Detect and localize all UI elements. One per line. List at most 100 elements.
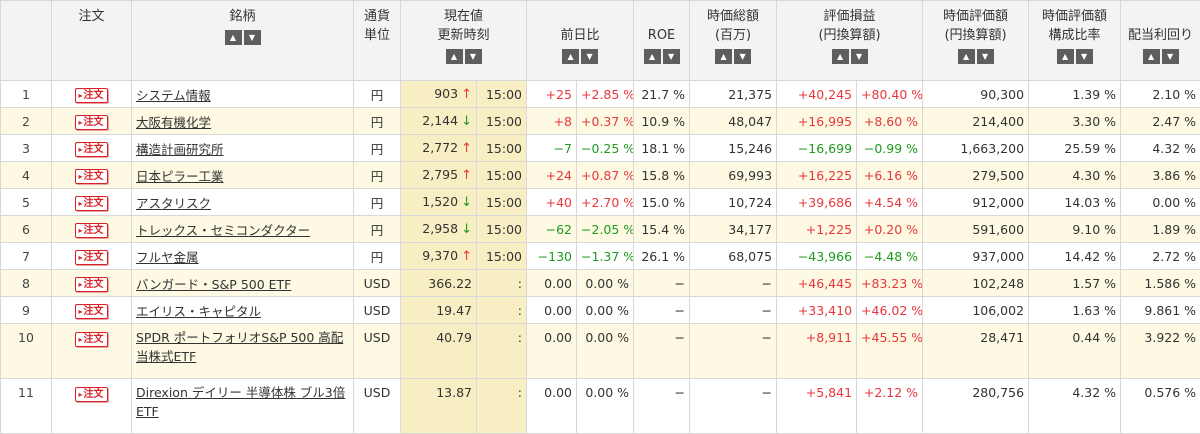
sort-desc-icon[interactable]: ▼: [244, 30, 261, 45]
sort-asc-icon[interactable]: ▲: [832, 49, 849, 64]
order-button[interactable]: 注文: [75, 115, 107, 130]
table-row: 9注文エイリス・キャピタルUSD19.47:0.000.00 %−−+33,41…: [1, 297, 1200, 324]
market-value-cell: 591,600: [923, 216, 1029, 243]
pl-value: +39,686: [777, 189, 857, 216]
table-row: 6注文トレックス・セミコンダクター円2,958↓15:00−62−2.05 %1…: [1, 216, 1200, 243]
yield-cell: 2.10 %: [1121, 81, 1200, 108]
ratio-cell: 14.42 %: [1029, 243, 1121, 270]
order-button[interactable]: 注文: [75, 250, 107, 265]
pl-percent: +45.55 %: [857, 324, 923, 379]
market-cap-cell: −: [690, 324, 777, 379]
price-cell: 13.87: [401, 379, 477, 434]
change-value: −130: [527, 243, 577, 270]
change-value: +25: [527, 81, 577, 108]
stock-name-link[interactable]: 日本ピラー工業: [136, 169, 224, 184]
change-percent: −1.37 %: [577, 243, 634, 270]
sort-asc-icon[interactable]: ▲: [1057, 49, 1074, 64]
order-button[interactable]: 注文: [75, 142, 107, 157]
stock-name-link[interactable]: 大阪有機化学: [136, 115, 211, 130]
change-percent: 0.00 %: [577, 324, 634, 379]
stock-name-link[interactable]: SPDR ポートフォリオS&P 500 高配当株式ETF: [136, 330, 343, 364]
sort-asc-icon[interactable]: ▲: [225, 30, 242, 45]
price-value: 13.87: [436, 385, 472, 400]
stock-name-link[interactable]: アスタリスク: [136, 196, 211, 211]
ratio-cell: 4.30 %: [1029, 162, 1121, 189]
pl-percent: +83.23 %: [857, 270, 923, 297]
stock-name-link[interactable]: フルヤ金属: [136, 250, 199, 265]
stock-name-cell: フルヤ金属: [132, 243, 354, 270]
price-cell: 2,958↓: [401, 216, 477, 243]
sort-desc-icon[interactable]: ▼: [851, 49, 868, 64]
stock-name-link[interactable]: 構造計画研究所: [136, 142, 224, 157]
sort-desc-icon[interactable]: ▼: [1076, 49, 1093, 64]
sort-buttons: ▲▼: [1125, 47, 1196, 66]
table-row: 2注文大阪有機化学円2,144↓15:00+8+0.37 %10.9 %48,0…: [1, 108, 1200, 135]
table-row: 1注文システム情報円903↑15:00+25+2.85 %21.7 %21,37…: [1, 81, 1200, 108]
order-button[interactable]: 注文: [75, 169, 107, 184]
table-row: 8注文バンガード・S&P 500 ETFUSD366.22:0.000.00 %…: [1, 270, 1200, 297]
price-cell: 2,795↑: [401, 162, 477, 189]
stock-name-cell: 日本ピラー工業: [132, 162, 354, 189]
stock-name-link[interactable]: システム情報: [136, 88, 211, 103]
pl-value: +8,911: [777, 324, 857, 379]
currency-cell: 円: [354, 108, 401, 135]
currency-cell: 円: [354, 162, 401, 189]
price-cell: 366.22: [401, 270, 477, 297]
order-button[interactable]: 注文: [75, 196, 107, 211]
order-button[interactable]: 注文: [75, 332, 107, 347]
sort-asc-icon[interactable]: ▲: [562, 49, 579, 64]
sort-asc-icon[interactable]: ▲: [446, 49, 463, 64]
sort-asc-icon[interactable]: ▲: [715, 49, 732, 64]
sort-desc-icon[interactable]: ▼: [465, 49, 482, 64]
stock-name-link[interactable]: エイリス・キャピタル: [136, 304, 261, 319]
order-button[interactable]: 注文: [75, 88, 107, 103]
change-value: 0.00: [527, 324, 577, 379]
row-number: 1: [1, 81, 52, 108]
arrow-up-icon: ↑: [461, 168, 472, 183]
sort-asc-icon[interactable]: ▲: [1143, 49, 1160, 64]
change-value: 0.00: [527, 379, 577, 434]
pl-percent: +46.02 %: [857, 297, 923, 324]
market-cap-cell: 21,375: [690, 81, 777, 108]
col-no: [1, 1, 52, 81]
order-button[interactable]: 注文: [75, 223, 107, 238]
change-value: 0.00: [527, 297, 577, 324]
update-time-cell: 15:00: [477, 216, 527, 243]
price-value: 19.47: [436, 303, 472, 318]
sort-desc-icon[interactable]: ▼: [1162, 49, 1179, 64]
sort-desc-icon[interactable]: ▼: [734, 49, 751, 64]
sort-desc-icon[interactable]: ▼: [581, 49, 598, 64]
sort-buttons: ▲▼: [405, 47, 522, 66]
ratio-cell: 1.63 %: [1029, 297, 1121, 324]
price-value: 2,772: [422, 140, 458, 155]
roe-cell: −: [634, 270, 690, 297]
order-cell: 注文: [52, 189, 132, 216]
sort-asc-icon[interactable]: ▲: [644, 49, 661, 64]
market-value-cell: 102,248: [923, 270, 1029, 297]
col-yield: 配当利回り▲▼: [1121, 1, 1200, 81]
price-cell: 1,520↓: [401, 189, 477, 216]
currency-cell: USD: [354, 270, 401, 297]
pl-value: +33,410: [777, 297, 857, 324]
table-row: 5注文アスタリスク円1,520↓15:00+40+2.70 %15.0 %10,…: [1, 189, 1200, 216]
sort-desc-icon[interactable]: ▼: [663, 49, 680, 64]
change-percent: −0.25 %: [577, 135, 634, 162]
table-row: 10注文SPDR ポートフォリオS&P 500 高配当株式ETFUSD40.79…: [1, 324, 1200, 379]
stock-name-link[interactable]: バンガード・S&P 500 ETF: [136, 277, 291, 292]
order-button[interactable]: 注文: [75, 387, 107, 402]
order-button[interactable]: 注文: [75, 304, 107, 319]
market-value-cell: 280,756: [923, 379, 1029, 434]
order-button[interactable]: 注文: [75, 277, 107, 292]
roe-cell: 15.0 %: [634, 189, 690, 216]
change-value: −62: [527, 216, 577, 243]
sort-asc-icon[interactable]: ▲: [958, 49, 975, 64]
arrow-up-icon: ↑: [461, 249, 472, 264]
table-row: 4注文日本ピラー工業円2,795↑15:00+24+0.87 %15.8 %69…: [1, 162, 1200, 189]
sort-desc-icon[interactable]: ▼: [977, 49, 994, 64]
yield-cell: 0.00 %: [1121, 189, 1200, 216]
stock-name-link[interactable]: トレックス・セミコンダクター: [136, 223, 310, 238]
price-cell: 19.47: [401, 297, 477, 324]
update-time-cell: :: [477, 270, 527, 297]
stock-name-link[interactable]: Direxion デイリー 半導体株 ブル3倍 ETF: [136, 385, 345, 419]
roe-cell: 21.7 %: [634, 81, 690, 108]
